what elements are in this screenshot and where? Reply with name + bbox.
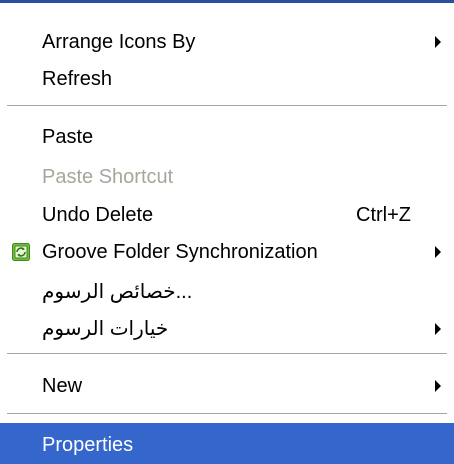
menu-item-graphics-options-arabic[interactable]: خيارات الرسوم	[0, 310, 454, 348]
menu-item-label: Undo Delete	[42, 204, 154, 226]
submenu-arrow-icon	[435, 36, 441, 48]
menu-item-label: Paste Shortcut	[42, 166, 174, 188]
menu-item-display-properties-arabic[interactable]: ...خصائص الرسوم	[0, 273, 454, 311]
menu-item-refresh[interactable]: Refresh	[0, 60, 454, 98]
menu-item-new[interactable]: New	[0, 367, 454, 405]
menu-item-paste-shortcut: Paste Shortcut	[0, 158, 454, 196]
submenu-arrow-icon	[435, 246, 441, 258]
menu-item-groove-folder-synchronization[interactable]: Groove Folder Synchronization	[0, 233, 454, 271]
menu-item-paste[interactable]: Paste	[0, 118, 454, 156]
menu-item-arrange-icons-by[interactable]: Arrange Icons By	[0, 23, 454, 61]
menu-item-undo-delete[interactable]: Undo Delete Ctrl+Z	[0, 196, 454, 234]
menu-item-label: Properties	[42, 434, 134, 456]
menu-item-label: Paste	[42, 126, 94, 148]
menu-item-label: ...خصائص الرسوم	[42, 281, 193, 303]
menu-item-label: Groove Folder Synchronization	[42, 241, 318, 263]
menu-item-properties[interactable]: Properties	[0, 423, 454, 464]
menu-separator	[7, 413, 447, 414]
menu-separator	[7, 353, 447, 354]
menu-item-label: Refresh	[42, 68, 113, 90]
groove-icon	[12, 243, 30, 261]
menu-separator	[7, 105, 447, 106]
menu-item-label: Arrange Icons By	[42, 31, 196, 53]
desktop-context-menu: Arrange Icons By Refresh Paste Paste Sho…	[0, 0, 454, 464]
menu-item-label: خيارات الرسوم	[42, 318, 169, 340]
menu-item-label: New	[42, 375, 83, 397]
menu-item-shortcut: Ctrl+Z	[356, 204, 411, 226]
submenu-arrow-icon	[435, 380, 441, 392]
submenu-arrow-icon	[435, 323, 441, 335]
